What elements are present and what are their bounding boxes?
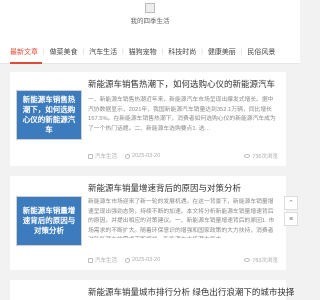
- article-title[interactable]: 新能源车销量增速背后的原因与对策分析: [88, 182, 241, 194]
- article-card[interactable]: 新能源车销量增速背后的原因与对策分析 新能源车销量增速背后的原因与对策分析 新能…: [10, 176, 286, 270]
- clock-icon: [125, 153, 131, 159]
- article-excerpt: 新能源车市场迎来了新一轮的发展机遇。在这一背景下，新能源车销量增速呈现出强劲态势…: [88, 199, 275, 238]
- site-logo[interactable]: 我的四季生活: [120, 3, 180, 27]
- nav-item-food[interactable]: 做菜美食 |: [50, 47, 85, 57]
- article-meta: 汽车生活 2025-03-20: [88, 256, 168, 264]
- article-date: 2025-03-20: [132, 257, 161, 263]
- article-card[interactable]: 新能源车销量城市排行分析 绿色出行浪潮下的城市抉择: [10, 280, 294, 300]
- article-category[interactable]: 汽车生活: [95, 256, 117, 264]
- nav-item-car[interactable]: 汽车生活 |: [89, 47, 124, 57]
- eye-icon: [244, 154, 251, 158]
- floating-side-buttons: ⌃ ≡: [284, 196, 298, 228]
- article-thumbnail[interactable]: 新能源车销售热潮下，如何选购心仪的新能源汽车: [16, 90, 82, 140]
- site-header: 我的四季生活: [0, 0, 300, 40]
- nav-item-tech[interactable]: 科技时尚 |: [168, 47, 203, 57]
- folder-icon: [88, 153, 93, 159]
- article-card[interactable]: 新能源车销售热潮下，如何选购心仪的新能源汽车 新能源车销售热潮下，如何选购心仪的…: [10, 72, 286, 166]
- article-title[interactable]: 新能源车销售热潮下，如何选购心仪的新能源汽车: [88, 78, 275, 90]
- eye-icon: [244, 258, 251, 262]
- article-title[interactable]: 新能源车销量城市排行分析 绿色出行浪潮下的城市抉择: [88, 286, 294, 298]
- article-thumbnail[interactable]: 新能源车销量增速背后的原因与对策分析: [16, 196, 82, 246]
- nav-item-health[interactable]: 健康美丽 |: [208, 47, 243, 57]
- article-category[interactable]: 汽车生活: [95, 152, 117, 160]
- thumbnail-caption: 新能源车销量增速背后的原因与对策分析: [22, 206, 76, 235]
- article-views: 783次浏览: [244, 256, 278, 264]
- chevron-up-icon[interactable]: ⌃: [284, 196, 298, 210]
- article-excerpt: 一、新能源车销售热潮近年来，新能源汽车市场呈现出爆发式增长。据中汽协数据显示，2…: [88, 97, 276, 132]
- nav-item-latest[interactable]: 最新文章 |: [10, 47, 45, 57]
- clock-icon: [125, 257, 131, 263]
- logo-image: [145, 3, 155, 13]
- nav-item-scenery[interactable]: 民俗风景: [247, 47, 275, 57]
- nav-item-pets[interactable]: 猫狗宠物 |: [129, 47, 164, 57]
- menu-icon[interactable]: ≡: [284, 212, 298, 226]
- main-nav: 最新文章 | 做菜美食 | 汽车生活 | 猫狗宠物 | 科技时尚 | 健康美丽 | 民俗风景: [0, 40, 300, 64]
- article-views: 736次浏览: [244, 152, 278, 160]
- folder-icon: [88, 257, 93, 263]
- active-tab-underline: [10, 62, 42, 64]
- thumbnail-caption: 新能源车销售热潮下，如何选购心仪的新能源汽车: [22, 95, 76, 134]
- article-date: 2025-03-20: [132, 153, 161, 159]
- site-name: 我的四季生活: [130, 18, 170, 25]
- article-meta: 汽车生活 2025-03-20: [88, 152, 168, 160]
